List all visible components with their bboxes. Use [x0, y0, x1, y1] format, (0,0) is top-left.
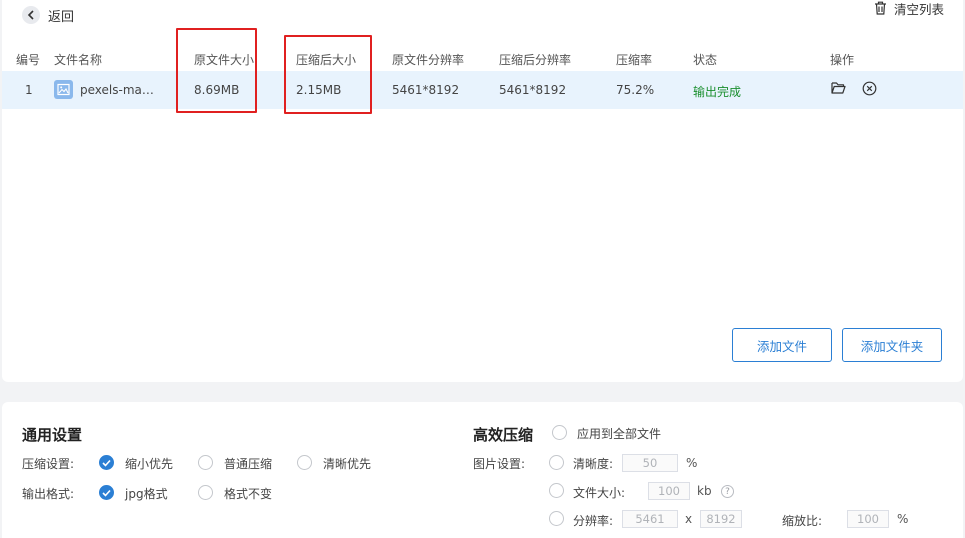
general-settings-title: 通用设置 [22, 426, 83, 444]
delete-row-icon[interactable] [862, 81, 877, 99]
chevron-left-icon [22, 6, 40, 24]
clear-list-label: 清空列表 [893, 1, 944, 17]
col-status: 状态 [693, 53, 718, 67]
option-clarity-first[interactable]: 清晰优先 [323, 455, 371, 472]
option-jpg-format[interactable]: jpg格式 [125, 485, 168, 502]
clarity-label[interactable]: 清晰度: [573, 455, 613, 472]
option-keep-format[interactable]: 格式不变 [224, 485, 272, 502]
row-compressed-size: 2.15MB [296, 83, 342, 97]
row-file-name: pexels-ma… [80, 83, 154, 97]
col-ratio: 压缩率 [616, 53, 653, 67]
col-compressed-size: 压缩后大小 [296, 53, 357, 67]
col-compressed-resolution: 压缩后分辨率 [499, 53, 572, 67]
output-format-label: 输出格式: [22, 487, 75, 501]
option-apply-all[interactable]: 应用到全部文件 [577, 425, 661, 442]
option-shrink-first[interactable]: 缩小优先 [125, 455, 173, 472]
back-label: 返回 [48, 9, 75, 25]
col-original-size: 原文件大小 [194, 53, 255, 67]
add-file-button[interactable]: 添加文件 [732, 328, 832, 362]
clear-list-button[interactable]: 清空列表 [874, 0, 944, 17]
file-size-unit: kb [697, 484, 712, 498]
radio-jpg-format[interactable] [99, 485, 114, 500]
trash-icon [874, 1, 886, 15]
resolution-separator: x [685, 512, 693, 526]
resolution-width-input[interactable] [622, 510, 678, 528]
radio-keep-format[interactable] [198, 485, 213, 500]
radio-file-size[interactable] [549, 483, 564, 498]
image-setting-label: 图片设置: [473, 457, 526, 471]
file-size-label[interactable]: 文件大小: [573, 484, 625, 501]
clarity-input[interactable] [622, 454, 678, 472]
radio-clarity-first[interactable] [297, 455, 312, 470]
col-file-name: 文件名称 [54, 53, 103, 67]
row-ratio: 75.2% [616, 83, 655, 97]
compress-setting-label: 压缩设置: [22, 457, 75, 471]
row-index: 1 [25, 83, 33, 97]
scale-unit: % [897, 512, 909, 526]
open-folder-icon[interactable] [831, 81, 846, 98]
file-size-input[interactable] [648, 482, 690, 500]
resolution-label[interactable]: 分辨率: [573, 512, 613, 529]
radio-resolution[interactable] [549, 511, 564, 526]
col-actions: 操作 [830, 53, 855, 67]
row-compressed-resolution: 5461*8192 [499, 83, 567, 97]
add-folder-button[interactable]: 添加文件夹 [842, 328, 942, 362]
image-file-icon [54, 80, 73, 99]
scale-input[interactable] [847, 510, 889, 528]
file-list-panel [2, 0, 963, 382]
radio-shrink-first[interactable] [99, 455, 114, 470]
col-index: 编号 [16, 53, 41, 67]
back-button[interactable]: 返回 [22, 6, 75, 25]
option-normal-compress[interactable]: 普通压缩 [224, 455, 272, 472]
row-original-size: 8.69MB [194, 83, 240, 97]
efficient-compress-title: 高效压缩 [473, 426, 534, 444]
row-original-resolution: 5461*8192 [392, 83, 460, 97]
col-original-resolution: 原文件分辨率 [392, 53, 465, 67]
status-badge: 输出完成 [693, 85, 742, 99]
clarity-unit: % [686, 456, 698, 470]
radio-clarity[interactable] [549, 455, 564, 470]
radio-apply-all[interactable] [552, 425, 567, 440]
radio-normal-compress[interactable] [198, 455, 213, 470]
scale-label: 缩放比: [782, 514, 823, 528]
help-icon[interactable]: ? [721, 485, 734, 498]
resolution-height-input[interactable] [700, 510, 742, 528]
